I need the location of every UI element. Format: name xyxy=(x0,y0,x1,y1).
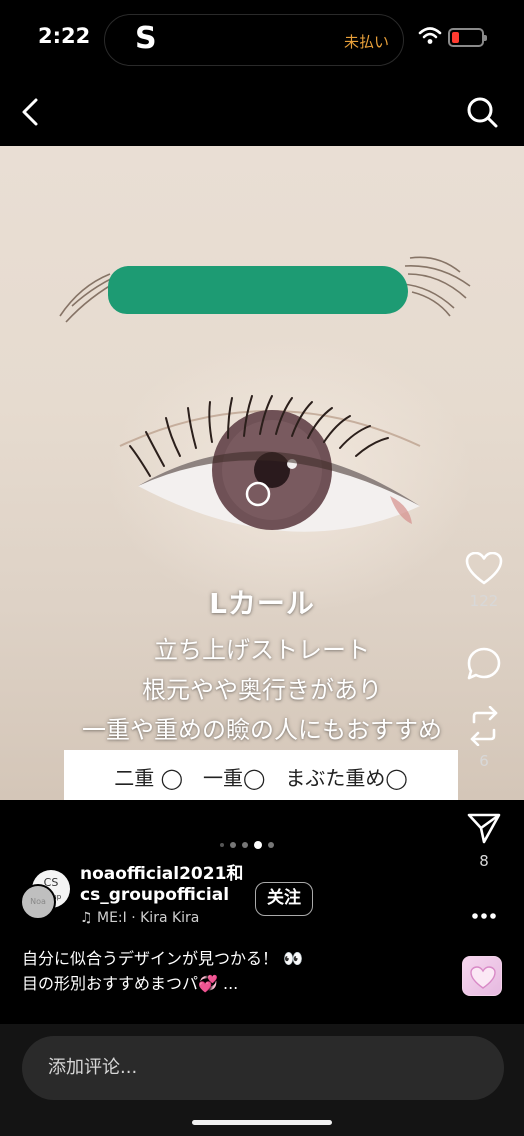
comment-button[interactable] xyxy=(458,646,510,682)
comment-bar: 添加评论... xyxy=(0,1024,524,1136)
post-image[interactable]: Lカール 立ち上げストレート 根元やや奥行きがあり 一重や重めの瞼の人にもおすす… xyxy=(0,146,524,800)
carousel-dot xyxy=(242,842,248,848)
overlay-title: Lカール xyxy=(209,587,315,620)
dynamic-island[interactable]: S 未払い xyxy=(104,14,404,66)
unpaid-label: 未払い xyxy=(343,33,389,51)
carousel-dot-active xyxy=(254,841,262,849)
wifi-icon xyxy=(418,27,442,44)
avatar: Noa xyxy=(20,884,56,920)
caption-line: 目の形別おすすめまつパ💞 ... xyxy=(22,974,239,993)
more-dots-icon xyxy=(472,913,496,919)
send-icon xyxy=(467,813,501,844)
heart-icon xyxy=(465,552,503,585)
overlay-line: 一重や重めの瞼の人にもおすすめ xyxy=(82,716,442,744)
product-thumbnail[interactable] xyxy=(462,956,502,996)
post-caption[interactable]: 自分に似合うデザインが見つかる！ 👀 目の形別おすすめまつパ💞 ... xyxy=(22,946,442,996)
repost-button[interactable]: 6 xyxy=(458,706,510,770)
back-arrow-icon[interactable] xyxy=(14,92,50,132)
carousel-indicator xyxy=(220,840,274,850)
author-name[interactable]: noaofficial2021和 cs_groupofficial xyxy=(80,864,243,906)
overlay-line: 立ち上げストレート xyxy=(154,636,370,664)
carousel-dot xyxy=(268,842,274,848)
more-button[interactable] xyxy=(458,904,510,928)
author-name-line: noaofficial2021和 xyxy=(80,864,244,884)
battery-icon xyxy=(448,28,487,47)
repost-icon xyxy=(470,706,498,746)
repost-count: 6 xyxy=(479,752,489,770)
follow-button[interactable]: 关注 xyxy=(255,882,313,916)
status-time: 2:22 xyxy=(38,24,91,48)
app-s-logo: S xyxy=(135,21,157,56)
like-count: 122 xyxy=(469,592,499,610)
overlay-line: 根元やや奥行きがあり xyxy=(142,676,382,704)
carousel-dot xyxy=(230,842,236,848)
home-indicator[interactable] xyxy=(192,1120,332,1125)
carousel-dot xyxy=(220,843,224,847)
search-icon[interactable] xyxy=(462,92,502,132)
author-avatars[interactable]: CSgroup Noa xyxy=(20,870,72,922)
heart-sticker-icon xyxy=(470,966,496,989)
music-label[interactable]: ♫ ME:I · Kira Kira xyxy=(80,910,199,926)
overlay-band: 二重 ◯ 一重◯ まぶた重め◯ xyxy=(64,750,458,800)
like-button[interactable]: 122 xyxy=(458,552,510,610)
caption-line: 自分に似合うデザインが見つかる！ 👀 xyxy=(22,949,304,968)
share-button[interactable]: 8 xyxy=(458,810,510,870)
overlay-band-text: 二重 ◯ 一重◯ まぶた重め◯ xyxy=(114,766,408,790)
share-count: 8 xyxy=(479,852,489,870)
comment-bubble-icon xyxy=(467,647,501,680)
author-name-line: cs_groupofficial xyxy=(80,885,230,905)
brow-highlight-bar xyxy=(108,266,408,314)
comment-input[interactable]: 添加评论... xyxy=(22,1036,504,1100)
